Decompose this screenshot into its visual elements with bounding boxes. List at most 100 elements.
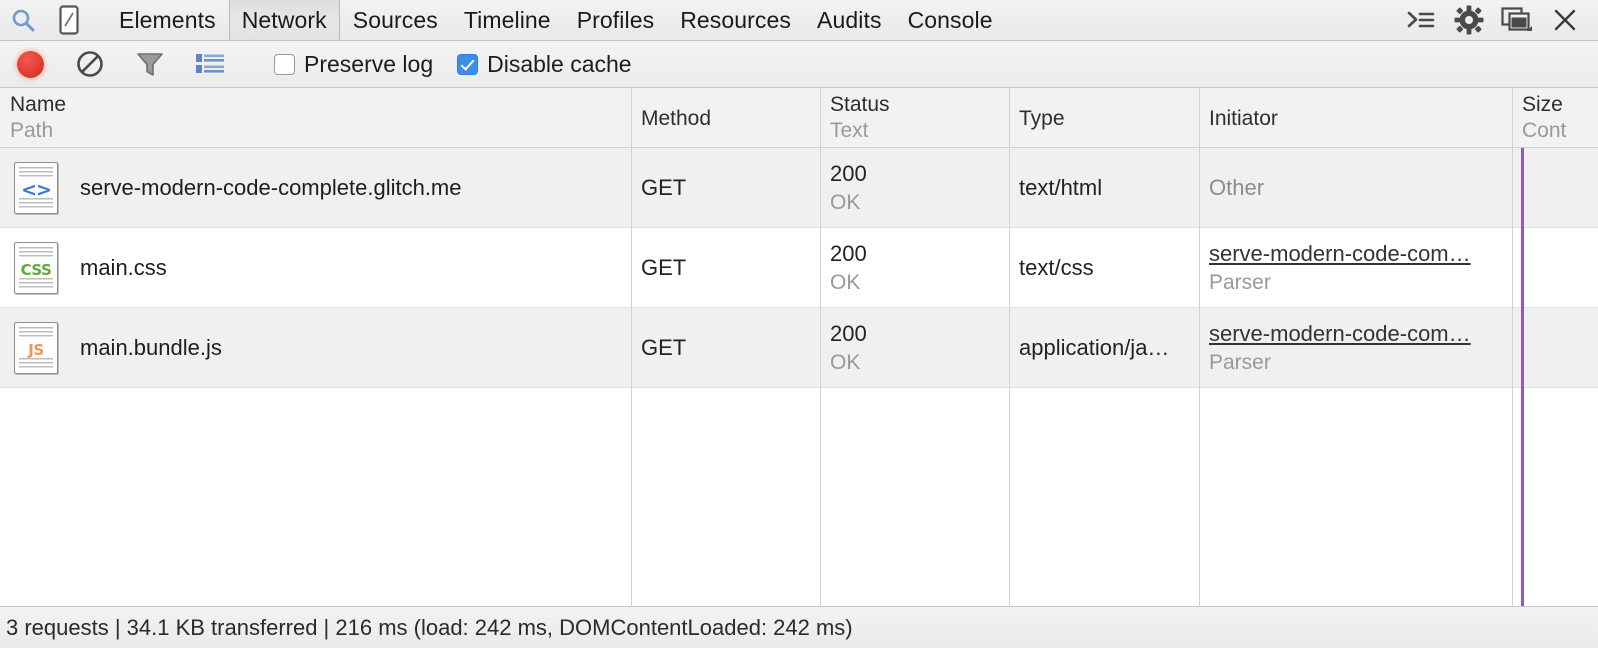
column-title: Type — [1019, 106, 1199, 132]
column-divider[interactable] — [1009, 88, 1010, 147]
column-subtitle: Cont — [1522, 118, 1598, 144]
panel-tabs: Elements Network Sources Timeline Profil… — [106, 0, 1006, 40]
devtools-tabbar: Elements Network Sources Timeline Profil… — [0, 0, 1598, 41]
js-file-icon: JS — [14, 322, 58, 374]
settings-gear-icon[interactable] — [1446, 0, 1492, 40]
dock-side-icon[interactable] — [1494, 0, 1540, 40]
column-divider[interactable] — [631, 88, 632, 147]
column-title: Method — [641, 106, 820, 132]
tab-label: Profiles — [577, 7, 655, 34]
preserve-log-box — [274, 54, 295, 75]
request-status-cell: 200 OK — [820, 228, 1009, 308]
show-drawer-icon[interactable] — [1398, 0, 1444, 40]
disable-cache-box — [457, 54, 478, 75]
column-header-name[interactable]: Name Path — [0, 88, 631, 147]
table-body: <> serve-modern-code-complete.glitch.me … — [0, 148, 1598, 388]
request-status-text: OK — [830, 189, 1009, 217]
tab-profiles[interactable]: Profiles — [564, 0, 668, 40]
tabbar-actions — [1398, 0, 1598, 40]
request-initiator-link[interactable]: serve-modern-code-com… — [1209, 239, 1512, 269]
tab-label: Sources — [353, 7, 438, 34]
request-type: text/css — [1019, 253, 1199, 283]
tab-label: Network — [242, 7, 327, 34]
table-header-row: Name Path Method Status Text Type Initia… — [0, 88, 1598, 148]
request-method: GET — [641, 173, 820, 203]
tab-label: Resources — [680, 7, 791, 34]
clear-button[interactable] — [60, 41, 120, 87]
search-icon[interactable] — [0, 0, 46, 40]
file-icon-glyph: <> — [15, 180, 57, 200]
request-name: serve-modern-code-complete.glitch.me — [80, 175, 462, 201]
view-list-button[interactable] — [180, 41, 240, 87]
file-icon-glyph: JS — [15, 340, 57, 360]
html-file-icon: <> — [14, 162, 58, 214]
column-title: Status — [830, 92, 1009, 118]
column-header-type[interactable]: Type — [1009, 88, 1199, 147]
request-name-cell[interactable]: JS main.bundle.js — [0, 308, 631, 388]
table-row[interactable]: CSS main.css GET 200 OK text/css serve-m… — [0, 228, 1598, 308]
column-header-initiator[interactable]: Initiator — [1199, 88, 1512, 147]
column-divider — [1512, 148, 1513, 606]
request-status-cell: 200 OK — [820, 148, 1009, 228]
network-request-table: Name Path Method Status Text Type Initia… — [0, 88, 1598, 606]
tab-label: Elements — [119, 7, 216, 34]
request-initiator: Other — [1209, 173, 1512, 203]
request-method-cell: GET — [631, 308, 820, 388]
table-row[interactable]: <> serve-modern-code-complete.glitch.me … — [0, 148, 1598, 228]
network-summary-text: 3 requests | 34.1 KB transferred | 216 m… — [6, 615, 853, 641]
request-initiator-type: Parser — [1209, 269, 1512, 297]
request-status: 200 — [830, 319, 1009, 349]
request-name-cell[interactable]: <> serve-modern-code-complete.glitch.me — [0, 148, 631, 228]
column-subtitle: Path — [10, 118, 631, 144]
request-initiator-cell: Other — [1199, 148, 1512, 228]
tab-label: Console — [908, 7, 993, 34]
view-list-icon — [195, 52, 225, 76]
record-icon — [17, 51, 44, 78]
column-header-method[interactable]: Method — [631, 88, 820, 147]
table-row[interactable]: JS main.bundle.js GET 200 OK application… — [0, 308, 1598, 388]
tab-console[interactable]: Console — [895, 0, 1006, 40]
preserve-log-label: Preserve log — [304, 51, 433, 78]
request-method: GET — [641, 333, 820, 363]
tab-sources[interactable]: Sources — [340, 0, 451, 40]
column-header-size[interactable]: Size Cont — [1512, 88, 1598, 147]
record-button[interactable] — [0, 41, 60, 87]
column-divider — [631, 148, 632, 606]
tab-timeline[interactable]: Timeline — [451, 0, 564, 40]
tab-label: Timeline — [464, 7, 551, 34]
request-status-cell: 200 OK — [820, 308, 1009, 388]
request-initiator-cell: serve-modern-code-com… Parser — [1199, 308, 1512, 388]
request-status-text: OK — [830, 349, 1009, 377]
tab-elements[interactable]: Elements — [106, 0, 229, 40]
tab-resources[interactable]: Resources — [667, 0, 804, 40]
device-toggle-icon[interactable] — [46, 0, 92, 40]
disable-cache-checkbox[interactable]: Disable cache — [457, 41, 631, 87]
request-type: text/html — [1019, 173, 1199, 203]
file-icon-glyph: CSS — [15, 260, 57, 280]
filter-button[interactable] — [120, 41, 180, 87]
tab-audits[interactable]: Audits — [804, 0, 895, 40]
filter-icon — [135, 49, 165, 79]
request-method-cell: GET — [631, 148, 820, 228]
request-initiator-type: Parser — [1209, 349, 1512, 377]
column-title: Size — [1522, 92, 1598, 118]
column-header-status[interactable]: Status Text — [820, 88, 1009, 147]
request-name-cell[interactable]: CSS main.css — [0, 228, 631, 308]
request-type-cell: application/ja… — [1009, 308, 1199, 388]
request-initiator-link[interactable]: serve-modern-code-com… — [1209, 319, 1512, 349]
column-divider[interactable] — [820, 88, 821, 147]
dom-content-loaded-marker — [1521, 148, 1524, 606]
network-status-bar: 3 requests | 34.1 KB transferred | 216 m… — [0, 606, 1598, 648]
preserve-log-checkbox[interactable]: Preserve log — [274, 41, 433, 87]
column-divider[interactable] — [1512, 88, 1513, 147]
column-divider[interactable] — [1199, 88, 1200, 147]
column-title: Name — [10, 92, 631, 118]
close-icon[interactable] — [1542, 0, 1588, 40]
network-toolbar: Preserve log Disable cache — [0, 41, 1598, 88]
request-initiator-cell: serve-modern-code-com… Parser — [1199, 228, 1512, 308]
request-method-cell: GET — [631, 228, 820, 308]
tab-network[interactable]: Network — [229, 0, 340, 40]
request-name: main.bundle.js — [80, 335, 222, 361]
request-size-cell — [1512, 148, 1598, 228]
request-type-cell: text/html — [1009, 148, 1199, 228]
